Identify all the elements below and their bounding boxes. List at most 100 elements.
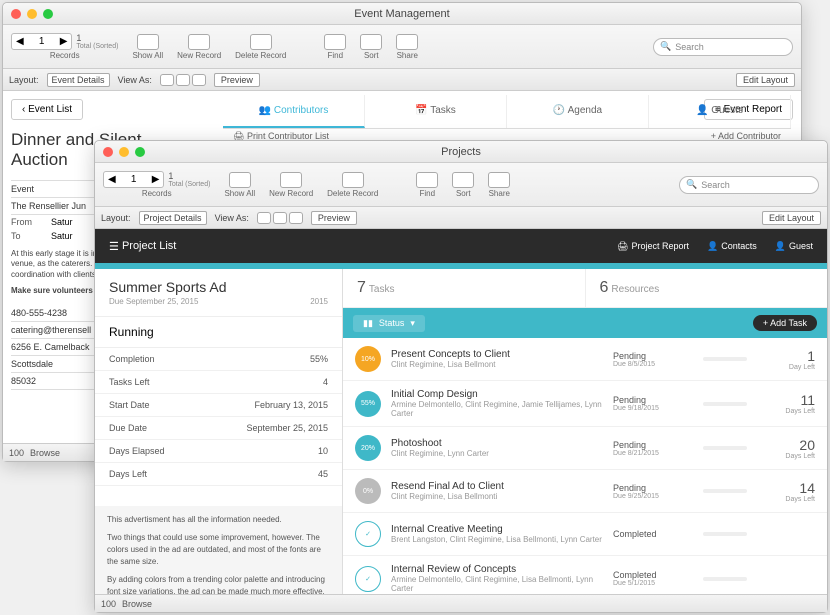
task-name: Internal Review of Concepts (391, 564, 603, 575)
task-status: Pending (613, 395, 693, 405)
task-row[interactable]: 55%Initial Comp DesignArmine Delmontello… (343, 381, 827, 427)
progress-bar (703, 577, 747, 581)
sort-button[interactable]: Sort (360, 34, 382, 60)
progress-bar (703, 446, 747, 450)
resources-count[interactable]: 6Resources (586, 269, 828, 307)
stat-row: Days Left45 (95, 463, 342, 486)
progress-bar (703, 357, 747, 361)
view-list-icon[interactable] (176, 74, 190, 86)
newrecord-button[interactable]: New Record (177, 34, 221, 60)
task-row[interactable]: 0%Resend Final Ad to ClientClint Regimin… (343, 470, 827, 513)
record-total: 1 (76, 33, 81, 43)
tab-contributors[interactable]: 👥 Contributors (223, 95, 365, 128)
find-button[interactable]: Find (416, 172, 438, 198)
task-people: Brent Langston, Clint Regimine, Lisa Bel… (391, 535, 603, 544)
titlebar[interactable]: Event Management (3, 3, 801, 25)
newrecord-button[interactable]: New Record (269, 172, 313, 198)
task-people: Clint Regimine, Lisa Bellmonti (391, 492, 603, 501)
deleterecord-button[interactable]: Delete Record (235, 34, 286, 60)
back-button[interactable]: ‹ Event List (11, 99, 83, 120)
task-row[interactable]: 10%Present Concepts to ClientClint Regim… (343, 338, 827, 381)
task-date: Due 5/1/2015 (613, 580, 693, 587)
share-button[interactable]: Share (488, 172, 510, 198)
to-label: To (11, 231, 41, 241)
window-title: Event Management (354, 8, 449, 20)
calendar-icon: 📅 (415, 105, 427, 116)
guest-button[interactable]: 👤Guest (775, 241, 813, 252)
view-table-icon[interactable] (192, 74, 206, 86)
task-name: Resend Final Ad to Client (391, 481, 603, 492)
deleterecord-button[interactable]: Delete Record (327, 172, 378, 198)
preview-button[interactable]: Preview (214, 73, 260, 87)
progress-badge: ✓ (355, 566, 381, 592)
stat-key: Days Left (109, 469, 147, 479)
stat-row: Days Elapsed10 (95, 440, 342, 463)
layout-select[interactable]: Project Details (139, 211, 207, 225)
stat-val: September 25, 2015 (246, 423, 328, 433)
edit-layout-button[interactable]: Edit Layout (762, 211, 821, 225)
note-line: This advertisment has all the informatio… (107, 514, 330, 526)
search-input[interactable]: 🔍Search (653, 38, 793, 56)
task-row[interactable]: ✓Internal Creative MeetingBrent Langston… (343, 513, 827, 556)
task-people: Clint Regimine, Lisa Bellmont (391, 360, 603, 369)
preview-button[interactable]: Preview (311, 211, 357, 225)
status-count: 100 (9, 448, 24, 458)
task-row[interactable]: 20%PhotoshootClint Regimine, Lynn Carter… (343, 427, 827, 470)
tab-agenda[interactable]: 🕐 Agenda (507, 95, 649, 128)
showall-button[interactable]: Show All (224, 172, 255, 198)
days-count: 1 (761, 348, 815, 364)
contacts-button[interactable]: 👤Contacts (707, 241, 757, 252)
layout-select[interactable]: Event Details (47, 73, 110, 87)
layout-bar: Layout: Event Details View As: Preview E… (3, 69, 801, 91)
viewas-label: View As: (215, 213, 249, 223)
contacts-icon: 👤 (707, 241, 718, 252)
stat-key: Start Date (109, 400, 150, 410)
share-button[interactable]: Share (396, 34, 418, 60)
tab-guests[interactable]: 👤 Guests (649, 95, 791, 128)
records-label: Records (142, 189, 172, 198)
view-form-icon[interactable] (257, 212, 271, 224)
note-line: Two things that could use some improveme… (107, 532, 330, 568)
from-label: From (11, 217, 41, 227)
project-report-button[interactable]: 🖨Project Report (617, 241, 689, 252)
record-nav[interactable]: ◀1▶ (103, 171, 164, 188)
chart-icon: ▮▮ (363, 318, 373, 329)
tasks-count[interactable]: 7Tasks (343, 269, 586, 307)
project-list-title[interactable]: Project List (122, 240, 176, 252)
showall-button[interactable]: Show All (132, 34, 163, 60)
zoom-icon[interactable] (43, 9, 53, 19)
search-icon: 🔍 (686, 179, 697, 190)
close-icon[interactable] (103, 147, 113, 157)
close-icon[interactable] (11, 9, 21, 19)
zoom-icon[interactable] (135, 147, 145, 157)
days-label: Days Left (761, 408, 815, 415)
sort-button[interactable]: Sort (452, 172, 474, 198)
project-due: Due September 25, 2015 (109, 297, 198, 306)
days-label: Days Left (761, 496, 815, 503)
stat-val: February 13, 2015 (254, 400, 328, 410)
clock-icon: 🕐 (553, 105, 565, 116)
status-filter[interactable]: ▮▮Status▾ (353, 315, 425, 332)
status-mode: Browse (122, 599, 152, 609)
titlebar[interactable]: Projects (95, 141, 827, 163)
minimize-icon[interactable] (119, 147, 129, 157)
tab-tasks[interactable]: 📅 Tasks (365, 95, 507, 128)
stat-row: Start Date February 13, 2015 (95, 394, 342, 417)
progress-badge: 55% (355, 391, 381, 417)
find-button[interactable]: Find (324, 34, 346, 60)
view-form-icon[interactable] (160, 74, 174, 86)
records-group: ◀1▶ 1Total (Sorted) Records (103, 171, 210, 198)
add-task-button[interactable]: + Add Task (753, 315, 817, 331)
task-name: Photoshoot (391, 438, 603, 449)
view-table-icon[interactable] (289, 212, 303, 224)
minimize-icon[interactable] (27, 9, 37, 19)
progress-bar (703, 489, 747, 493)
progress-bar (703, 402, 747, 406)
days-count: 11 (761, 392, 815, 408)
view-list-icon[interactable] (273, 212, 287, 224)
task-people: Armine Delmontello, Clint Regimine, Jami… (391, 400, 603, 418)
edit-layout-button[interactable]: Edit Layout (736, 73, 795, 87)
search-input[interactable]: 🔍Search (679, 176, 819, 194)
record-nav[interactable]: ◀1▶ (11, 33, 72, 50)
stat-row: Completion55% (95, 348, 342, 371)
